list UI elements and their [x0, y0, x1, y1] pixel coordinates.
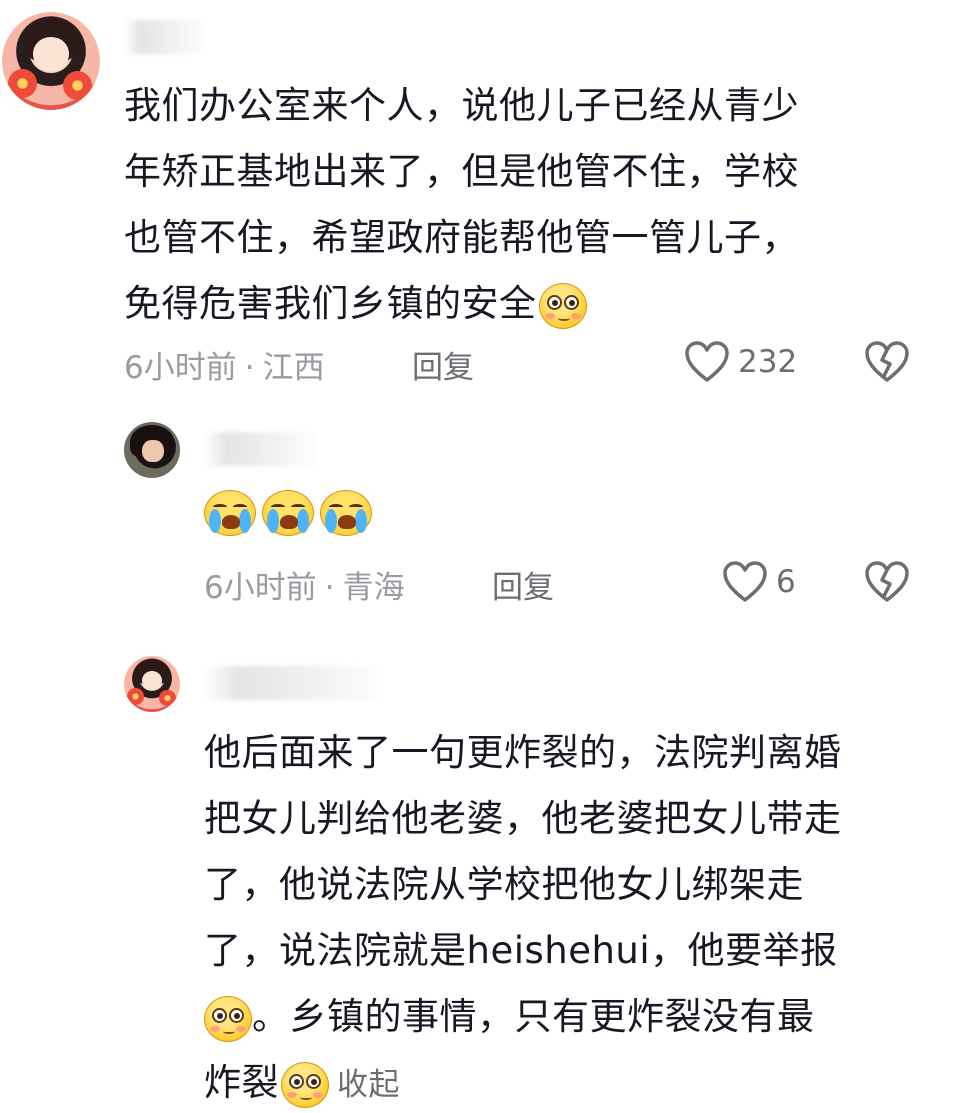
username-redacted[interactable]	[204, 432, 316, 466]
comment-meta: 6小时前 · 青海	[204, 562, 405, 607]
comment-thread: 我们办公室来个人，说他儿子已经从青少 年矫正基地出来了，但是他管不住，学校 也管…	[0, 0, 960, 1113]
comment-text: 我们办公室来个人，说他儿子已经从青少 年矫正基地出来了，但是他管不住，学校 也管…	[124, 73, 924, 337]
comment-line: 。乡镇的事情，只有更炸裂没有最	[204, 984, 944, 1050]
reply-button[interactable]: 回复	[412, 342, 474, 387]
crying-face-emoji-icon	[320, 490, 372, 536]
comment-line: 把女儿判给他老婆，他老婆把女儿带走	[204, 797, 842, 840]
username-redacted[interactable]	[204, 666, 380, 700]
comment-line: 我们办公室来个人，说他儿子已经从青少	[124, 84, 799, 127]
like-count: 232	[738, 344, 798, 380]
like-button[interactable]: 232	[684, 340, 797, 384]
avatar[interactable]	[2, 12, 100, 110]
crying-face-emoji-icon	[262, 490, 314, 536]
crying-face-emoji-icon	[204, 490, 256, 536]
avatar[interactable]	[124, 656, 180, 712]
comment-line: 免得危害我们乡镇的安全	[124, 271, 924, 337]
like-count: 6	[776, 564, 796, 600]
timestamp: 6小时前	[204, 570, 317, 606]
dizzy-face-emoji-icon	[538, 282, 587, 329]
separator: ·	[324, 570, 335, 606]
timestamp: 6小时前	[124, 350, 237, 386]
comment-text: 他后面来了一句更炸裂的，法院判离婚 把女儿判给他老婆，他老婆把女儿带走 了，他说…	[204, 720, 944, 1113]
heart-icon	[722, 560, 768, 604]
dislike-icon[interactable]	[864, 560, 910, 604]
dislike-icon[interactable]	[864, 340, 910, 384]
location: 青海	[342, 570, 405, 606]
like-button[interactable]: 6	[722, 560, 796, 604]
comment-meta: 6小时前 · 江西	[124, 342, 325, 387]
heart-icon	[684, 340, 730, 384]
emoji-row	[204, 490, 372, 536]
comment-line: 了，他说法院从学校把他女儿绑架走	[204, 863, 804, 906]
dizzy-face-emoji-icon	[281, 1061, 329, 1108]
comment-line: 他后面来了一句更炸裂的，法院判离婚	[204, 731, 842, 774]
comment-line: 年矫正基地出来了，但是他管不住，学校	[124, 150, 799, 193]
reply-button[interactable]: 回复	[492, 562, 554, 607]
username-redacted[interactable]	[124, 20, 204, 54]
dizzy-face-emoji-icon	[204, 995, 252, 1042]
comment-line: 炸裂 收起	[204, 1050, 944, 1113]
collapse-button[interactable]: 收起	[337, 1067, 400, 1103]
location: 江西	[262, 350, 325, 386]
comment-line: 了，说法院就是heishehui，他要举报	[204, 929, 838, 972]
separator: ·	[244, 350, 255, 386]
comment-line: 也管不住，希望政府能帮他管一管儿子，	[124, 216, 799, 259]
avatar[interactable]	[124, 422, 180, 478]
